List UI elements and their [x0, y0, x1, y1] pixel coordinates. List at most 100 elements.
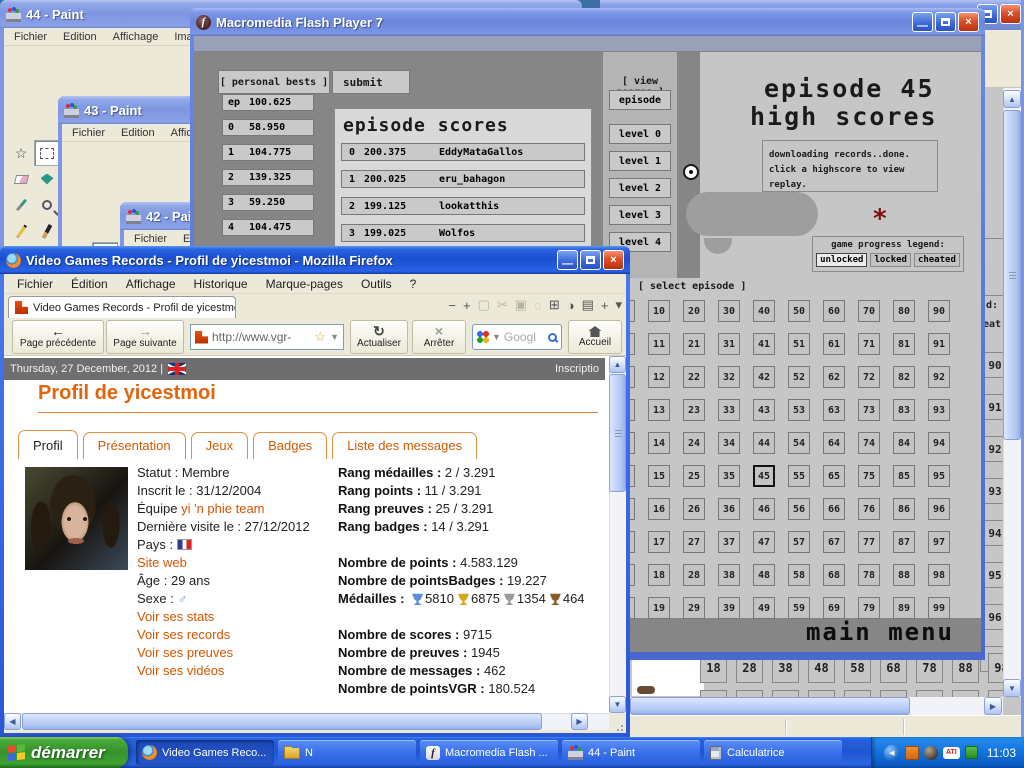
- legend-locked-button[interactable]: locked: [870, 253, 911, 267]
- episode-cell-60[interactable]: 60: [823, 300, 845, 322]
- episode-cell-44[interactable]: 44: [753, 432, 775, 454]
- taskbar-item-flash[interactable]: fMacromedia Flash ...: [420, 740, 558, 765]
- dropdown-icon[interactable]: ▾: [615, 297, 622, 313]
- episode-cell-23[interactable]: 23: [683, 399, 705, 421]
- episode-cell-77[interactable]: 77: [858, 531, 880, 553]
- browser-tab[interactable]: Video Games Records - Profil de yicestmo…: [8, 296, 236, 318]
- episode-cell-91[interactable]: 91: [928, 333, 950, 355]
- episode-cell-94[interactable]: 94: [928, 432, 950, 454]
- menu-item-edition[interactable]: Edition: [113, 127, 163, 139]
- loading-icon[interactable]: ◌: [534, 298, 542, 313]
- scroll-up-button[interactable]: ▲: [609, 356, 626, 373]
- episode-cell-89[interactable]: 89: [893, 597, 915, 619]
- episode-cell-43[interactable]: 43: [753, 399, 775, 421]
- history-icon[interactable]: ◑: [567, 298, 575, 313]
- episode-cell-46[interactable]: 46: [753, 498, 775, 520]
- resize-grip[interactable]: [609, 713, 626, 730]
- scroll-up-button[interactable]: ▲: [1003, 90, 1021, 108]
- episode-cell-42[interactable]: 42: [753, 366, 775, 388]
- scroll-down-button[interactable]: ▼: [609, 696, 626, 713]
- episode-cell-82[interactable]: 82: [893, 366, 915, 388]
- tab-profil[interactable]: Profil: [18, 430, 78, 459]
- episode-cell-16[interactable]: 16: [648, 498, 670, 520]
- episode-cell-66[interactable]: 66: [823, 498, 845, 520]
- bookmark-star-icon[interactable]: ☆: [314, 329, 326, 345]
- episode-cell-15[interactable]: 15: [648, 465, 670, 487]
- back-button[interactable]: ← Page précédente: [12, 320, 104, 354]
- episode-cell-39[interactable]: 39: [718, 597, 740, 619]
- vertical-scrollbar-thumb[interactable]: [609, 374, 626, 492]
- close-button[interactable]: ×: [1000, 4, 1021, 24]
- episode-cell-95[interactable]: 95: [928, 465, 950, 487]
- maximize-button[interactable]: [935, 12, 956, 32]
- home-button[interactable]: Accueil: [568, 320, 622, 354]
- episode-cell-74[interactable]: 74: [858, 432, 880, 454]
- legend-cheated-button[interactable]: cheated: [914, 253, 960, 267]
- vertical-scrollbar-thumb[interactable]: [1003, 110, 1021, 440]
- episode-cell-58[interactable]: 58: [788, 564, 810, 586]
- magnifier-tool[interactable]: [34, 192, 60, 218]
- episode-cell-78[interactable]: 78: [858, 564, 880, 586]
- episode-cell-92[interactable]: 92: [928, 366, 950, 388]
- menu-item-Outils[interactable]: Outils: [352, 277, 401, 291]
- fill-tool[interactable]: [34, 166, 60, 192]
- episode-cell-38[interactable]: 38: [718, 564, 740, 586]
- episode-cell-33[interactable]: 33: [718, 399, 740, 421]
- episode-cell-28[interactable]: 28: [683, 564, 705, 586]
- episode-cell-27[interactable]: 27: [683, 531, 705, 553]
- tab-présentation[interactable]: Présentation: [83, 432, 186, 459]
- episode-score-row[interactable]: 0200.375EddyMataGallos: [341, 143, 585, 161]
- taskbar-item-firefox[interactable]: Video Games Reco...: [136, 740, 274, 765]
- episode-cell-84[interactable]: 84: [893, 432, 915, 454]
- episode-cell-61[interactable]: 61: [823, 333, 845, 355]
- episode-cell-59[interactable]: 59: [788, 597, 810, 619]
- episode-cell-81[interactable]: 81: [893, 333, 915, 355]
- episode-cell-24[interactable]: 24: [683, 432, 705, 454]
- episode-cell-93[interactable]: 93: [928, 399, 950, 421]
- menu-item-Édition[interactable]: Édition: [62, 277, 117, 291]
- search-engine-dropdown-icon[interactable]: ▼: [492, 332, 501, 342]
- plus-icon[interactable]: +: [463, 298, 471, 313]
- episode-cell-80[interactable]: 80: [893, 300, 915, 322]
- episode-cell-55[interactable]: 55: [788, 465, 810, 487]
- eyedropper-tool[interactable]: [8, 192, 34, 218]
- episode-cell-29[interactable]: 29: [683, 597, 705, 619]
- episode-cell-50[interactable]: 50: [788, 300, 810, 322]
- scroll-right-button[interactable]: ▶: [984, 697, 1002, 715]
- menu-item-?[interactable]: ?: [401, 277, 426, 291]
- forward-button[interactable]: → Page suivante: [106, 320, 184, 354]
- view-episode-button[interactable]: episode: [609, 90, 671, 110]
- copy-icon[interactable]: ▣: [515, 297, 527, 313]
- close-button[interactable]: ×: [958, 12, 979, 32]
- episode-cell-85[interactable]: 85: [893, 465, 915, 487]
- legend-unlocked-button[interactable]: unlocked: [816, 253, 867, 267]
- refresh-button[interactable]: ↻ Actualiser: [350, 320, 408, 354]
- horizontal-scrollbar-thumb[interactable]: [630, 697, 910, 715]
- freeform-select-tool[interactable]: ☆: [8, 140, 34, 166]
- episode-cell-40[interactable]: 40: [753, 300, 775, 322]
- personal-bests-tab[interactable]: [ personal bests ]: [218, 70, 330, 94]
- episode-cell-32[interactable]: 32: [718, 366, 740, 388]
- episode-cell-12[interactable]: 12: [648, 366, 670, 388]
- menu-item-fichier[interactable]: Fichier: [6, 31, 55, 43]
- tab-jeux[interactable]: Jeux: [191, 432, 248, 459]
- taskbar-item-calculator[interactable]: Calculatrice: [704, 740, 842, 765]
- profile-link[interactable]: Voir ses preuves: [137, 645, 233, 660]
- horizontal-scrollbar-thumb[interactable]: [22, 713, 542, 730]
- episode-cell-88[interactable]: 88: [893, 564, 915, 586]
- episode-score-row[interactable]: 2199.125lookatthis: [341, 197, 585, 215]
- taskbar-item-folder[interactable]: N: [278, 740, 416, 765]
- episode-cell-36[interactable]: 36: [718, 498, 740, 520]
- ati-tray-icon[interactable]: ATI: [943, 747, 960, 759]
- plus-2-icon[interactable]: +: [601, 298, 609, 313]
- episode-cell-63[interactable]: 63: [823, 399, 845, 421]
- episode-cell-52[interactable]: 52: [788, 366, 810, 388]
- episode-cell-21[interactable]: 21: [683, 333, 705, 355]
- episode-cell-79[interactable]: 79: [858, 597, 880, 619]
- menu-item-Fichier[interactable]: Fichier: [8, 277, 62, 291]
- url-dropdown-icon[interactable]: ▼: [330, 332, 339, 342]
- scroll-down-button[interactable]: ▼: [1003, 679, 1021, 697]
- episode-cell-70[interactable]: 70: [858, 300, 880, 322]
- episode-cell-17[interactable]: 17: [648, 531, 670, 553]
- view-level-3-button[interactable]: level 3: [609, 205, 671, 225]
